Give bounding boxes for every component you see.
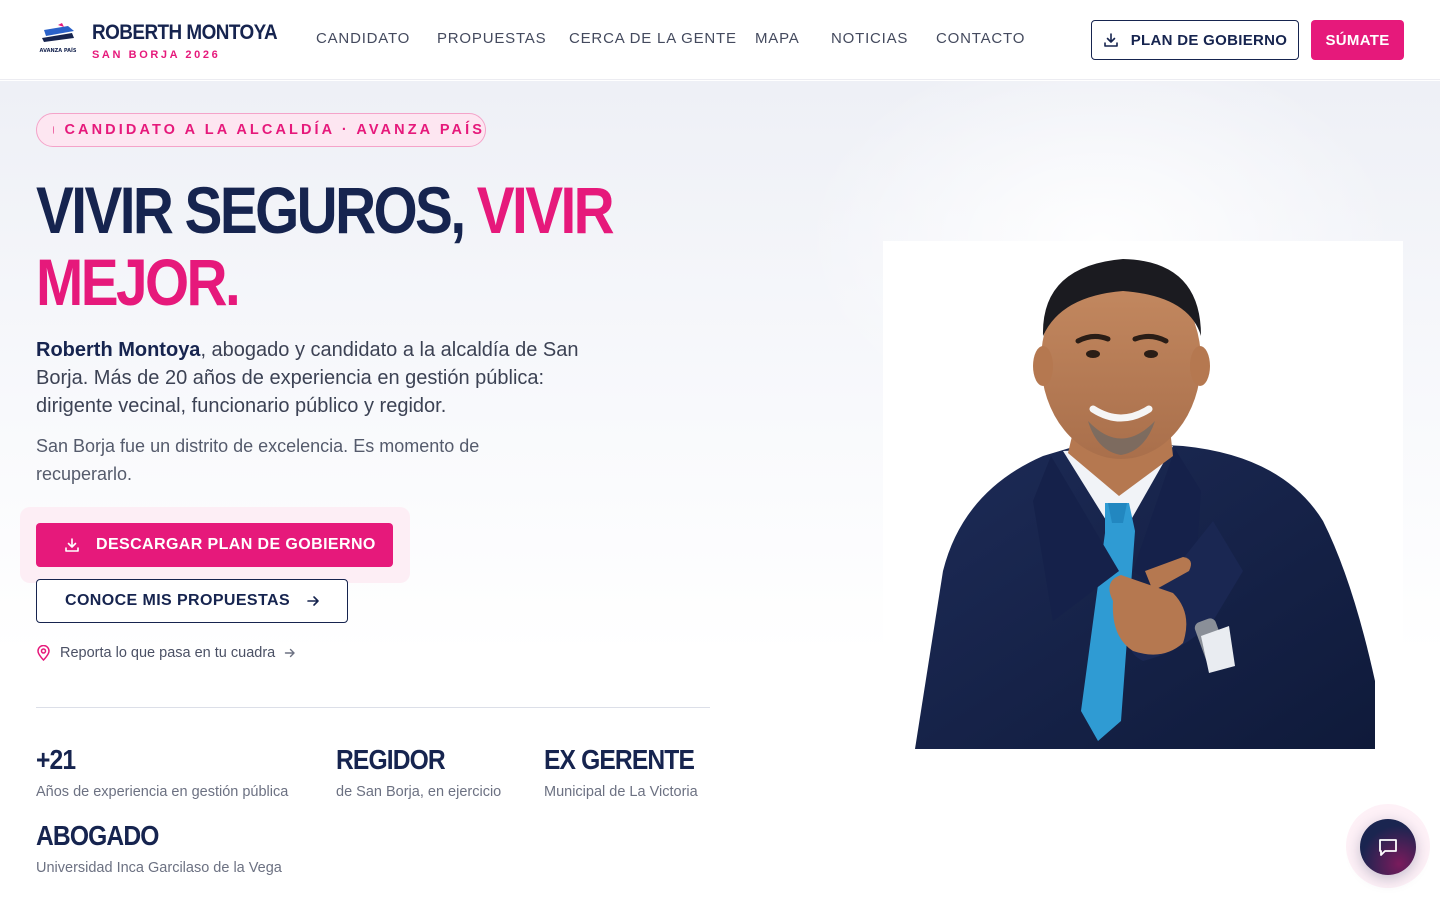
- plan-button-label: PLAN DE GOBIERNO: [1130, 31, 1288, 49]
- headline-part-1: VIVIR SEGUROS,: [36, 173, 477, 247]
- hero-tagline: San Borja fue un distrito de excelencia.…: [36, 436, 480, 484]
- nav-item-mapa[interactable]: MAPA: [755, 30, 800, 47]
- stat-label: Años de experiencia en gestión pública: [36, 784, 289, 800]
- map-pin-icon: [37, 645, 50, 661]
- nav-item-contacto[interactable]: CONTACTO: [936, 30, 1025, 47]
- brand-subtitle: SAN BORJA 2026: [92, 49, 221, 61]
- download-icon: [1103, 33, 1118, 47]
- stat-value: +21: [36, 744, 76, 775]
- hero-headline: VIVIR SEGUROS, VIVIR MEJOR.: [36, 174, 676, 318]
- report-link-label: Reporta lo que pasa en tu cuadra: [60, 645, 276, 661]
- sumate-button[interactable]: SÚMATE: [1311, 20, 1404, 60]
- stat-value: REGIDOR: [336, 744, 446, 775]
- download-icon: [65, 538, 79, 552]
- nav-item-candidato[interactable]: CANDIDATO: [316, 30, 410, 47]
- stat-label: de San Borja, en ejercicio: [336, 784, 502, 800]
- plan-de-gobierno-button[interactable]: PLAN DE GOBIERNO: [1091, 20, 1299, 60]
- download-button-label: DESCARGAR PLAN DE GOBIERNO: [96, 536, 376, 553]
- candidate-badge: CANDIDATO A LA ALCALDÍA · AVANZA PAÍS: [36, 113, 486, 147]
- headline-line-1: VIVIR SEGUROS, VIVIR: [36, 173, 615, 247]
- hero-section: CANDIDATO A LA ALCALDÍA · AVANZA PAÍS VI…: [0, 81, 1440, 900]
- stat-ex-gerente: EX GERENTE Municipal de La Victoria: [544, 744, 714, 800]
- nav-item-noticias[interactable]: NOTICIAS: [831, 30, 908, 47]
- report-cuadra-link[interactable]: Reporta lo que pasa en tu cuadra: [36, 643, 296, 663]
- nav-item-propuestas[interactable]: PROPUESTAS: [437, 30, 546, 47]
- nav-item-cerca-de-la-gente[interactable]: CERCA DE LA GENTE: [569, 30, 737, 47]
- propuestas-button-label: CONOCE MIS PROPUESTAS: [65, 592, 291, 609]
- chat-button[interactable]: [1360, 819, 1416, 875]
- candidate-photo: [915, 259, 1375, 749]
- chat-bubble-icon: [1379, 839, 1397, 856]
- badge-dot: [53, 126, 55, 134]
- download-plan-button[interactable]: DESCARGAR PLAN DE GOBIERNO: [36, 523, 393, 567]
- site-header: AVANZA PAÍS ROBERTH MONTOYA SAN BORJA 20…: [0, 0, 1440, 80]
- stat-label: Municipal de La Victoria: [544, 784, 698, 800]
- intro-name: Roberth Montoya: [36, 339, 201, 361]
- stat-abogado: ABOGADO Universidad Inca Garcilaso de la…: [36, 820, 282, 876]
- stat-experience: +21 Años de experiencia en gestión públi…: [36, 744, 288, 800]
- arrow-right-icon: [307, 596, 319, 606]
- headline-part-2: VIVIR: [476, 173, 615, 247]
- conoce-propuestas-button[interactable]: CONOCE MIS PROPUESTAS: [36, 579, 348, 623]
- badge-text: CANDIDATO A LA ALCALDÍA · AVANZA PAÍS: [64, 122, 485, 138]
- stat-regidor: REGIDOR de San Borja, en ejercicio: [336, 744, 501, 800]
- arrow-right-icon: [285, 648, 295, 658]
- candidate-portrait: [883, 241, 1403, 749]
- headline-part-3: MEJOR.: [36, 245, 241, 319]
- stat-value: EX GERENTE: [544, 744, 695, 775]
- stats-divider: [36, 707, 710, 708]
- stat-value: ABOGADO: [36, 820, 159, 851]
- stat-label: Universidad Inca Garcilaso de la Vega: [36, 860, 282, 876]
- hero-intro: Roberth Montoya, abogado y candidato a l…: [36, 336, 626, 420]
